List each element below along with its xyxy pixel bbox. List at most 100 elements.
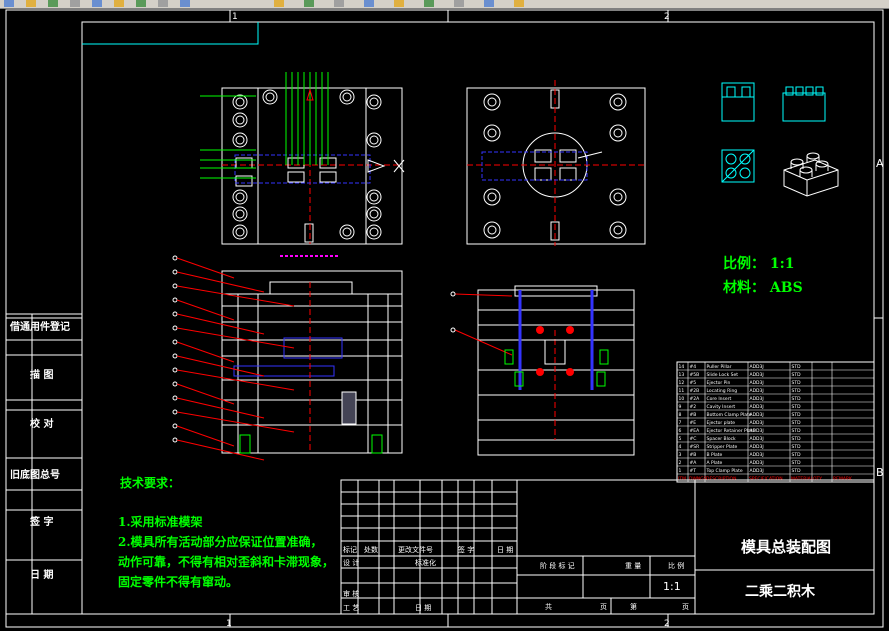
bom-cell: 14 — [679, 364, 685, 370]
assembly-section-view[interactable] — [172, 255, 403, 461]
bom-cell: #T — [690, 468, 697, 474]
bom-cell: 5 — [679, 436, 682, 442]
balloon-marker — [172, 409, 178, 415]
help-icon[interactable] — [514, 0, 524, 7]
bom-cell: Locating Ring — [707, 388, 738, 394]
drawing-stroke — [806, 152, 820, 160]
drawing-stroke — [235, 209, 245, 219]
drawing-stroke — [232, 94, 248, 110]
paste-icon[interactable] — [158, 0, 168, 7]
bom-cell: #C — [690, 436, 697, 442]
bom-cell: STD — [792, 428, 802, 434]
drawing-stroke — [366, 94, 382, 110]
bom-cell: #B — [690, 452, 697, 458]
save-icon[interactable] — [48, 0, 58, 7]
drawing-stroke — [487, 192, 497, 202]
drawing-stroke — [613, 225, 623, 235]
drawing-stroke — [783, 159, 839, 197]
leader-line — [176, 271, 265, 293]
balloon-marker — [172, 381, 178, 387]
drawing-stroke — [815, 86, 824, 96]
bom-header-cell: QTY — [813, 476, 822, 482]
leader-line — [176, 397, 265, 419]
design-center-icon[interactable] — [454, 0, 464, 7]
cut-icon[interactable] — [114, 0, 124, 7]
bom-cell: Ejector Retainer Plate — [707, 428, 756, 434]
bom-cell: 7 — [679, 420, 682, 426]
side-section-view[interactable] — [450, 285, 635, 456]
scale-value: 1:1 — [663, 580, 681, 593]
leader-line — [176, 383, 235, 405]
bom-cell: STD — [792, 436, 802, 442]
drawing-stroke — [366, 224, 382, 240]
drawing-stroke — [232, 189, 248, 205]
bom-cell: #A — [690, 460, 698, 466]
bom-header-cell: MATERIAL — [791, 476, 814, 482]
redo-icon[interactable] — [274, 0, 284, 7]
balloon-marker — [172, 353, 178, 359]
bom-cell: Stripper Plate — [707, 444, 738, 450]
drawing-stroke — [262, 89, 278, 105]
date-label: 日 期 — [415, 604, 431, 612]
zoom-previous-icon[interactable] — [394, 0, 404, 7]
ejector-pin-mark — [566, 326, 574, 334]
bom-cell: ADD3J — [750, 396, 764, 402]
drawing-stroke — [483, 124, 501, 142]
drawing-stroke — [342, 92, 352, 102]
revision-header-label: 标记 — [343, 545, 357, 554]
fixed-half-plan-view[interactable] — [200, 72, 405, 257]
undo-icon[interactable] — [180, 0, 190, 7]
drawing-stroke — [232, 224, 248, 240]
preview-icon[interactable] — [92, 0, 102, 7]
drawing-stroke — [795, 86, 804, 96]
bom-cell: ADD3J — [750, 428, 764, 434]
signoff-label: 旧底图总号 — [10, 468, 60, 481]
bom-cell: 13 — [679, 372, 685, 378]
drawing-stroke — [257, 87, 367, 245]
drawing-stroke — [265, 92, 275, 102]
drawing-canvas[interactable]: 1 2 1 2 A B 借通用件登记描 图校 对旧底图总号签 字日 期 比例： … — [0, 8, 889, 631]
bom-cell: 3 — [679, 452, 682, 458]
drawing-stroke — [739, 167, 751, 179]
check-label: 审 核 — [343, 589, 359, 598]
drawing-stroke — [559, 167, 577, 181]
bom-header-cell: DWNGS — [689, 476, 707, 482]
bom-cell: #SR — [690, 444, 700, 450]
leader-line — [454, 329, 513, 356]
bom-cell: STD — [792, 396, 802, 402]
revision-header-label: 更改文件号 — [398, 545, 433, 554]
drawing-stroke — [782, 92, 826, 122]
leader-line — [454, 293, 513, 297]
new-icon[interactable] — [4, 0, 14, 7]
moving-half-plan-view[interactable] — [466, 80, 646, 246]
sheet-label: 页 — [682, 603, 689, 611]
pan-icon[interactable] — [304, 0, 314, 7]
copy-icon[interactable] — [136, 0, 146, 7]
drawing-stroke — [239, 434, 251, 454]
drawing-stroke — [235, 135, 245, 145]
bom-cell: Slide Lock Set — [707, 372, 739, 378]
drawing-stroke — [269, 281, 353, 295]
drawing-stroke — [785, 86, 794, 96]
drawing-stroke — [783, 169, 808, 181]
zoom-icon[interactable] — [334, 0, 344, 7]
balloon-marker — [172, 423, 178, 429]
zoom-window-icon[interactable] — [364, 0, 374, 7]
sheet-label: 页 — [600, 603, 607, 611]
leader-line — [176, 327, 295, 349]
signoff-label: 描 图 — [30, 368, 53, 381]
part-views[interactable] — [721, 82, 839, 197]
stage-label: 比 例 — [668, 561, 684, 570]
signoff-label: 日 期 — [30, 568, 53, 581]
title-block-grid: 标记 处数 更改文件号签 字日 期设 计标准化审 核工 艺日 期阶 段 标 记重 量… — [341, 480, 689, 614]
drawing-stroke — [721, 149, 755, 183]
bom-cell: 1 — [679, 468, 682, 474]
open-icon[interactable] — [26, 0, 36, 7]
bom-cell: STD — [792, 380, 802, 386]
properties-icon[interactable] — [424, 0, 434, 7]
print-icon[interactable] — [70, 0, 80, 7]
tool-palette-icon[interactable] — [484, 0, 494, 7]
bom-cell: STD — [792, 420, 802, 426]
bom-cell: STD — [792, 372, 802, 378]
left-signoff-panel: 借通用件登记描 图校 对旧底图总号签 字日 期 — [5, 313, 83, 615]
